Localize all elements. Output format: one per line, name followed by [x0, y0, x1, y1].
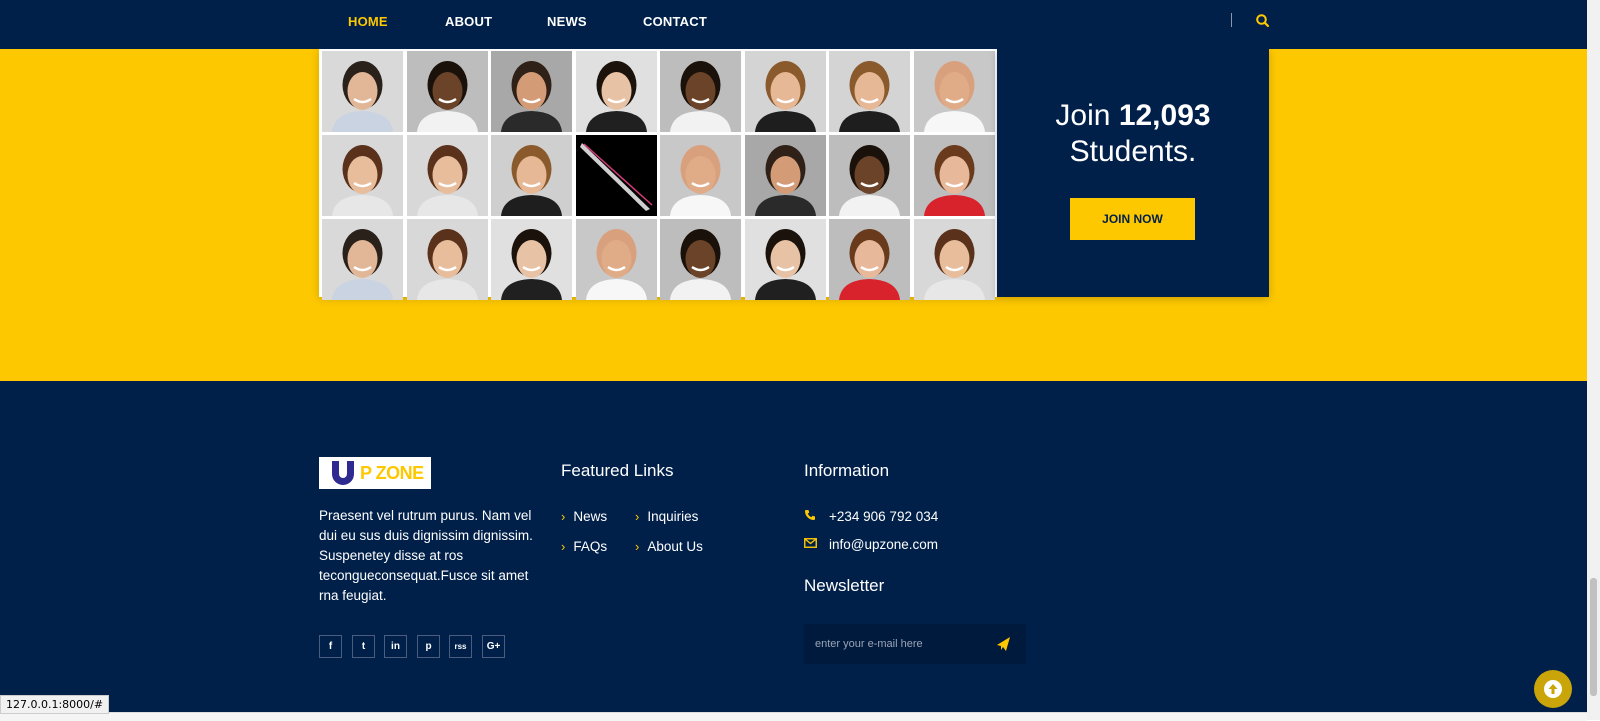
nav-divider — [1231, 13, 1232, 27]
student-photo — [744, 219, 826, 300]
student-photo — [322, 219, 403, 300]
join-suffix: Students. — [1069, 135, 1197, 168]
student-photo — [660, 51, 741, 132]
email-address[interactable]: info@upzone.com — [829, 537, 938, 552]
student-photo — [491, 135, 572, 216]
phone-number: +234 906 792 034 — [829, 509, 939, 524]
vertical-scrollbar[interactable] — [1587, 0, 1600, 720]
student-photo — [744, 135, 826, 216]
footer-link-inquiries-label: Inquiries — [647, 509, 699, 524]
linkedin-icon[interactable]: in — [384, 635, 407, 658]
status-bar-url: 127.0.0.1:8000/# — [0, 695, 110, 714]
send-icon[interactable] — [989, 632, 1017, 656]
student-photo — [322, 135, 403, 216]
student-photo — [491, 51, 572, 132]
student-photo — [744, 51, 826, 132]
nav-news-link[interactable]: NEWS — [547, 14, 587, 29]
student-photo — [913, 135, 995, 216]
join-panel: Join 12,093 Students. JOIN NOW — [997, 49, 1269, 297]
envelope-icon — [804, 537, 818, 551]
student-photo — [660, 219, 741, 300]
student-photo — [575, 51, 657, 132]
join-headline: Join 12,093 Students. — [997, 98, 1269, 170]
join-prefix: Join — [1055, 99, 1111, 132]
footer-link-faqs-label: FAQs — [573, 539, 608, 554]
student-photo-grid — [319, 49, 997, 300]
chevron-right-icon: › — [635, 539, 640, 554]
footer-link-about-us-label: About Us — [647, 539, 703, 554]
facebook-icon[interactable]: f — [319, 635, 342, 658]
student-photo — [829, 51, 910, 132]
student-photo — [913, 51, 995, 132]
footer-link-news[interactable]: › News — [561, 509, 607, 524]
top-navbar: HOME ABOUT NEWS CONTACT — [0, 0, 1587, 49]
scroll-to-top-button[interactable] — [1534, 670, 1572, 708]
footer-link-news-label: News — [573, 509, 608, 524]
student-photo — [322, 51, 403, 132]
logo-text: P ZONE — [360, 463, 424, 483]
google-plus-icon[interactable]: G+ — [482, 635, 505, 658]
student-photo — [406, 135, 488, 216]
footer-link-about-us[interactable]: › About Us — [635, 539, 703, 554]
upzone-logo[interactable]: P ZONE — [319, 457, 431, 489]
nav-about-link[interactable]: ABOUT — [445, 14, 492, 29]
scrollbar-thumb[interactable] — [1590, 578, 1597, 696]
student-photo — [660, 135, 741, 216]
footer — [0, 381, 1587, 712]
chevron-right-icon: › — [561, 539, 566, 554]
pinterest-icon[interactable]: p — [417, 635, 440, 658]
about-paragraph: Praesent vel rutrum purus. Nam vel dui e… — [319, 508, 533, 603]
student-photo — [575, 219, 657, 300]
student-photo — [406, 51, 488, 132]
rss-icon[interactable]: rss — [449, 635, 472, 658]
student-photo — [491, 219, 572, 300]
search-icon[interactable] — [1255, 13, 1271, 29]
join-now-button[interactable]: JOIN NOW — [1070, 198, 1195, 240]
featured-links-title: Featured Links — [561, 461, 674, 480]
footer-link-faqs[interactable]: › FAQs — [561, 539, 607, 554]
student-count: 12,093 — [1118, 99, 1211, 132]
twitter-icon[interactable]: t — [352, 635, 375, 658]
footer-link-inquiries[interactable]: › Inquiries — [635, 509, 698, 524]
chevron-right-icon: › — [561, 509, 566, 524]
student-photo — [829, 135, 910, 216]
student-photo — [913, 219, 995, 300]
nav-home-link[interactable]: HOME — [348, 14, 388, 29]
student-photo — [829, 219, 910, 300]
nav-contact-link[interactable]: CONTACT — [643, 14, 707, 29]
information-title: Information — [804, 461, 890, 480]
phone-icon — [804, 509, 818, 523]
chevron-right-icon: › — [635, 509, 640, 524]
newsletter-title: Newsletter — [804, 576, 885, 595]
student-photo — [406, 219, 488, 300]
student-photo — [575, 135, 657, 216]
